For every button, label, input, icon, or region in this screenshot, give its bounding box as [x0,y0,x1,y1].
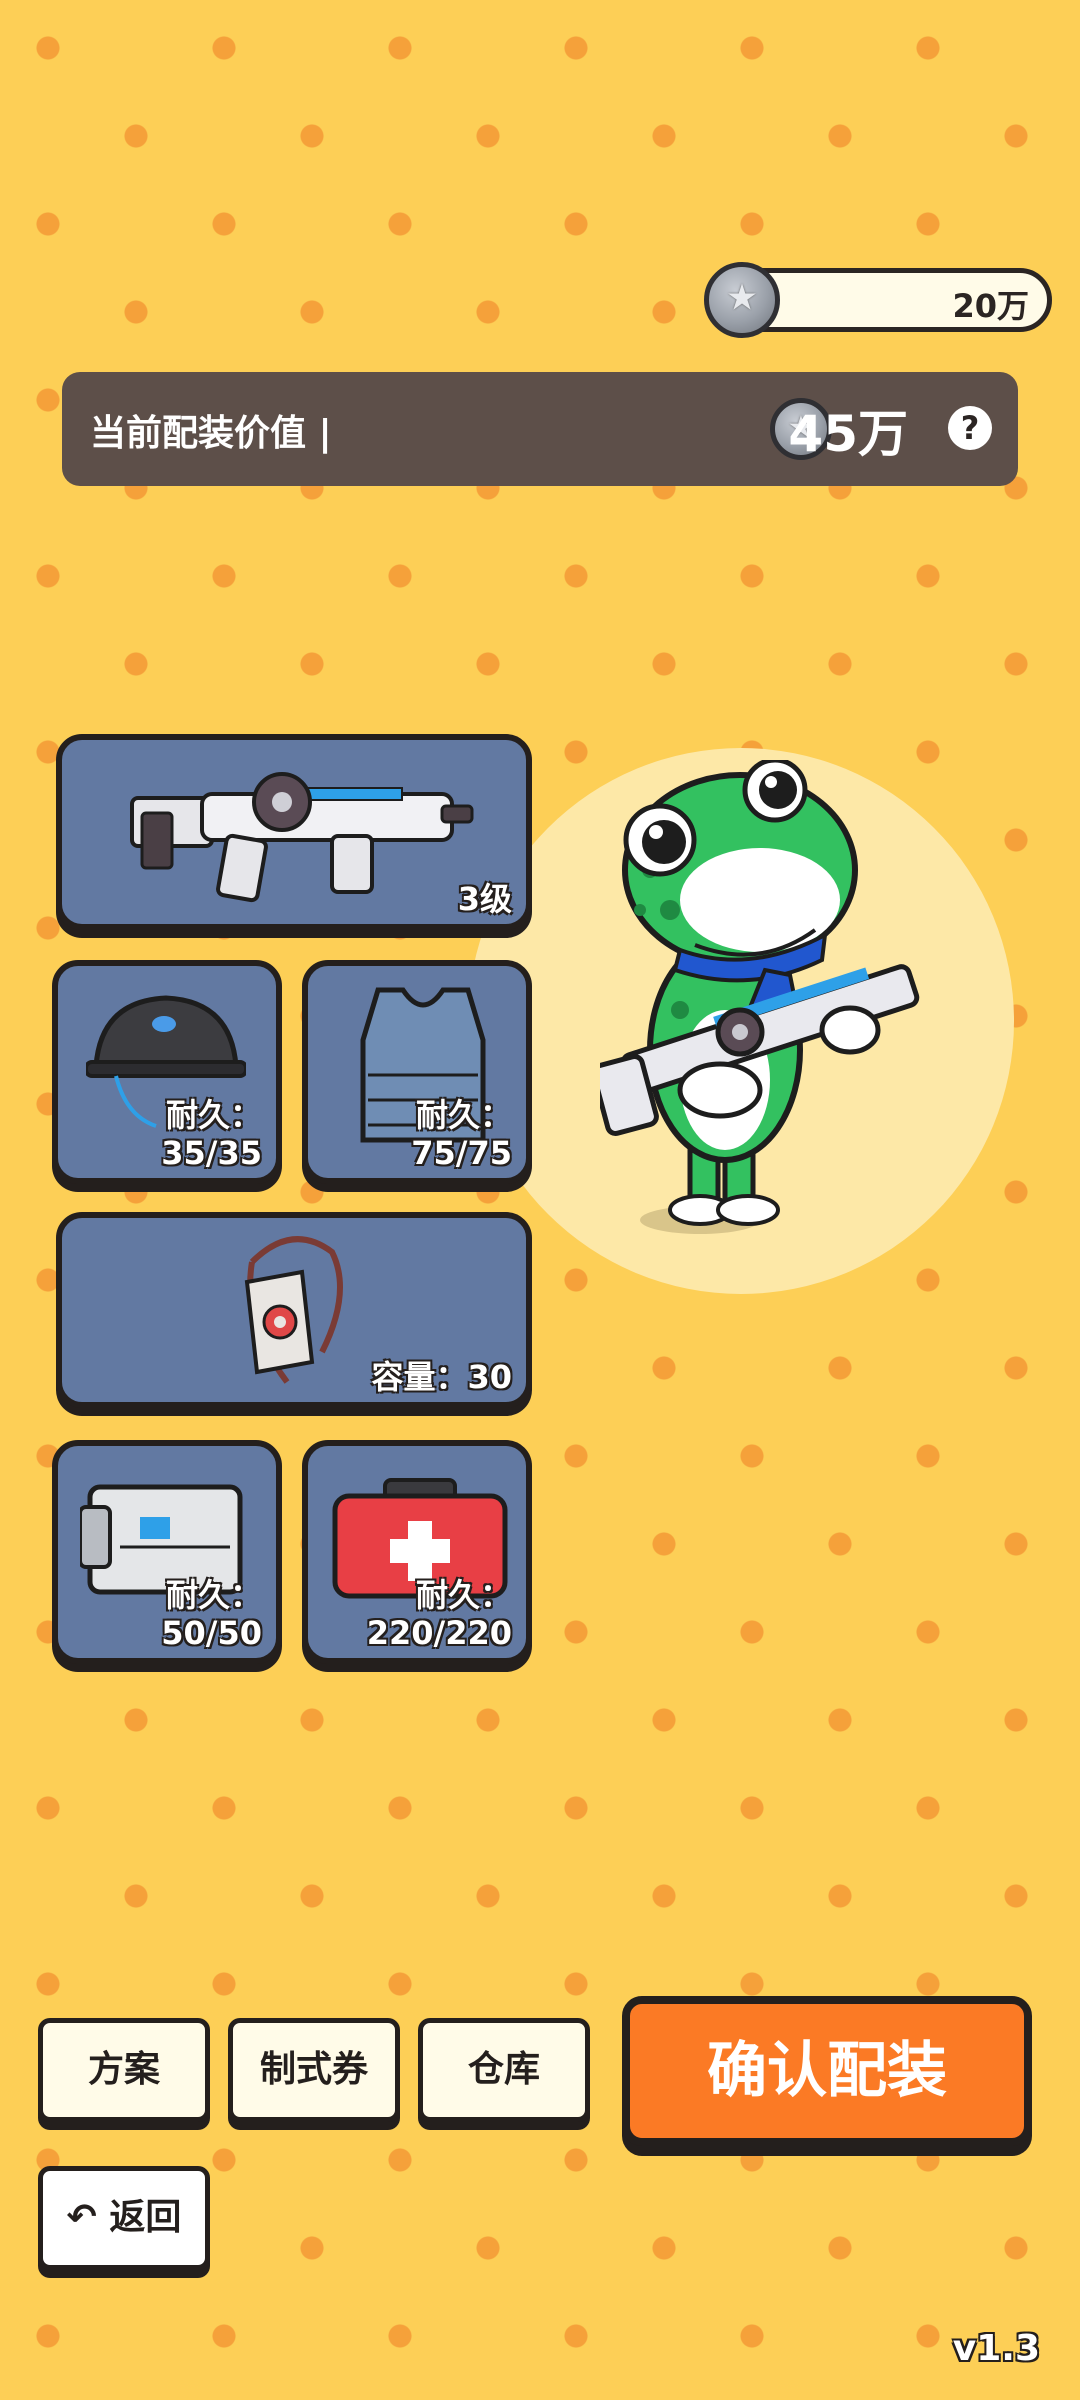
warehouse-button[interactable]: 仓库 [418,2018,590,2122]
armor-durability-value: 75/75 [411,1134,512,1172]
weapon-level: 3级 [457,880,512,918]
equipment-value-bar: 当前配装价值 | ★ 45万 ? [62,372,1018,486]
helmet-durability: 耐久： 35/35 [161,1096,262,1172]
weapon-slot[interactable]: 3级 [56,734,532,930]
case-durability: 耐久： 50/50 [161,1576,262,1652]
medkit-durability-value: 220/220 [366,1614,512,1652]
back-button-label: 返回 [109,2197,182,2238]
voucher-button[interactable]: 制式券 [228,2018,400,2122]
armor-durability-label: 耐久： [415,1096,512,1134]
coin-icon: ★ [704,262,780,338]
armor-durability: 耐久： 75/75 [411,1096,512,1172]
equipment-value-label: 当前配装价值 | [90,413,332,454]
backpack-icon [244,1236,343,1384]
rifle-icon [130,772,474,903]
armor-slot[interactable]: 耐久： 75/75 [302,960,532,1184]
confirm-loadout-button[interactable]: 确认配装 [622,1996,1032,2146]
plan-button[interactable]: 方案 [38,2018,210,2122]
equipment-value-amount: 45万 [788,405,908,463]
version-label: v1.3 [952,2328,1040,2369]
warehouse-button-label: 仓库 [467,2049,540,2090]
medkit-durability-label: 耐久： [415,1576,512,1614]
plan-button-label: 方案 [87,2049,160,2090]
case-durability-label: 耐久： [165,1576,262,1614]
back-button[interactable]: ↶ 返回 [38,2166,210,2270]
helmet-durability-value: 35/35 [161,1134,262,1172]
case-slot[interactable]: 耐久： 50/50 [52,1440,282,1664]
medkit-slot[interactable]: 耐久： 220/220 [302,1440,532,1664]
backpack-capacity: 容量：30 [371,1358,512,1396]
currency-amount: 20万 [952,287,1029,325]
voucher-button-label: 制式券 [259,2049,368,2090]
helmet-durability-label: 耐久： [165,1096,262,1134]
helmet-slot[interactable]: 耐久： 35/35 [52,960,282,1184]
case-durability-value: 50/50 [161,1614,262,1652]
medkit-durability: 耐久： 220/220 [367,1576,512,1652]
frog-character [600,760,920,1234]
help-icon[interactable]: ? [948,406,992,450]
back-arrow-icon: ↶ [66,2197,97,2238]
backpack-slot[interactable]: 容量：30 [56,1212,532,1408]
